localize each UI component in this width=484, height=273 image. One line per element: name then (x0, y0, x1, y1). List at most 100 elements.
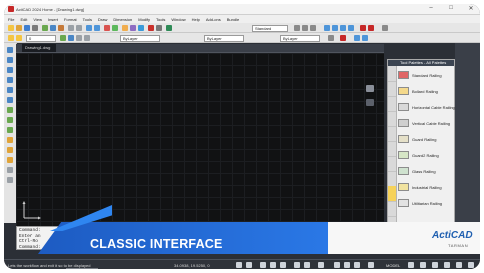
line-icon[interactable] (7, 47, 13, 53)
menu-dimension[interactable]: Dimension (113, 17, 132, 22)
palette-tab[interactable] (388, 156, 396, 172)
layer-on-icon[interactable] (60, 35, 66, 41)
menu-tools-2[interactable]: Tools (156, 17, 165, 22)
layer-freeze-icon[interactable] (16, 35, 22, 41)
palette-tab[interactable] (388, 66, 396, 82)
ortho-icon[interactable] (340, 25, 346, 31)
zoom-icon[interactable] (94, 25, 100, 31)
grid-toggle-icon[interactable] (246, 262, 252, 268)
plot-style-icon[interactable] (328, 35, 334, 41)
measure-icon[interactable] (122, 25, 128, 31)
table-tool-icon[interactable] (7, 167, 13, 173)
palette-item-guard2-railing[interactable]: Guard2 Railing (398, 150, 454, 161)
snap-icon[interactable] (324, 25, 330, 31)
layout-icon[interactable] (408, 262, 414, 268)
menu-view[interactable]: View (33, 17, 42, 22)
dim-style-icon[interactable] (294, 25, 300, 31)
workspace-icon[interactable] (382, 25, 388, 31)
lineweight-select[interactable]: ByLayer (280, 34, 320, 42)
polygon-icon[interactable] (7, 97, 13, 103)
grid-icon[interactable] (332, 25, 338, 31)
menu-format[interactable]: Format (64, 17, 77, 22)
palette-item-bollard-railing[interactable]: Bollard Railing (398, 86, 454, 97)
annotation-icon[interactable] (354, 262, 360, 268)
paste-icon[interactable] (58, 25, 64, 31)
selection-cycling-icon[interactable] (344, 262, 350, 268)
arc-icon[interactable] (7, 77, 13, 83)
help-icon[interactable] (166, 25, 172, 31)
quick-props-icon[interactable] (334, 262, 340, 268)
viewcube-icon[interactable] (366, 85, 374, 92)
undo-icon[interactable] (68, 25, 74, 31)
materials-icon[interactable] (368, 25, 374, 31)
polyline-icon[interactable] (7, 57, 13, 63)
rectangle-icon[interactable] (7, 87, 13, 93)
block-icon[interactable] (130, 25, 136, 31)
hatch-tool-icon[interactable] (7, 147, 13, 153)
otrack-toggle-icon[interactable] (294, 262, 300, 268)
palette-tab[interactable] (388, 141, 396, 157)
stop-icon[interactable] (340, 35, 346, 41)
customize-icon[interactable] (468, 262, 474, 268)
palette-item-utilitarian-railing[interactable]: Utilitarian Railing (398, 198, 454, 209)
lock-ui-icon[interactable] (420, 262, 426, 268)
menu-addons[interactable]: Add-ons (206, 17, 221, 22)
circle-icon[interactable] (7, 67, 13, 73)
layer-previous-icon[interactable] (76, 35, 82, 41)
palette-tab[interactable] (388, 96, 396, 112)
maximize-button[interactable]: □ (446, 5, 456, 12)
menu-tools[interactable]: Tools (83, 17, 92, 22)
pan-icon[interactable] (86, 25, 92, 31)
palette-tab[interactable] (388, 111, 396, 127)
snap-toggle-icon[interactable] (236, 262, 242, 268)
view-icon[interactable] (354, 35, 360, 41)
menu-draw[interactable]: Draw (98, 17, 107, 22)
clean-screen-icon[interactable] (456, 262, 462, 268)
spline-icon[interactable] (7, 107, 13, 113)
match-properties-icon[interactable] (156, 25, 162, 31)
drawing-canvas[interactable] (16, 52, 384, 228)
insert-block-icon[interactable] (7, 127, 13, 133)
layer-manager-icon[interactable] (112, 25, 118, 31)
palette-tab-active[interactable] (388, 186, 396, 202)
orbit-icon[interactable] (362, 35, 368, 41)
print-icon[interactable] (32, 25, 38, 31)
palette-tab[interactable] (388, 81, 396, 97)
palette-item-guard-railing[interactable]: Guard Railing (398, 134, 454, 145)
model-space-label[interactable]: MODEL (386, 263, 400, 268)
palette-tab[interactable] (388, 126, 396, 142)
erase-icon[interactable] (148, 25, 154, 31)
properties-icon[interactable] (104, 25, 110, 31)
layer-lock-icon[interactable] (68, 35, 74, 41)
copy-icon[interactable] (50, 25, 56, 31)
hatch-icon[interactable] (138, 25, 144, 31)
menu-insert[interactable]: Insert (48, 17, 58, 22)
hardware-accel-icon[interactable] (444, 262, 450, 268)
osnap-toggle-icon[interactable] (280, 262, 286, 268)
mtext-icon[interactable] (7, 177, 13, 183)
linetype-select[interactable]: ByLayer (204, 34, 244, 42)
palette-tab[interactable] (388, 171, 396, 187)
palette-item-standard-railing[interactable]: Standard Railing (398, 70, 454, 81)
ellipse-icon[interactable] (7, 117, 13, 123)
region-icon[interactable] (7, 157, 13, 163)
menu-window[interactable]: Window (171, 17, 185, 22)
point-icon[interactable] (7, 137, 13, 143)
minimize-button[interactable]: – (426, 5, 436, 12)
menu-bundle[interactable]: Bundle (227, 17, 239, 22)
tab-drawing1[interactable]: Drawing1.dwg (22, 44, 56, 52)
palette-tab[interactable] (388, 201, 396, 217)
color-select[interactable]: ByLayer (120, 34, 160, 42)
menu-modify[interactable]: Modify (138, 17, 150, 22)
menu-edit[interactable]: Edit (20, 17, 27, 22)
layer-isolate-icon[interactable] (84, 35, 90, 41)
multileader-style-icon[interactable] (310, 25, 316, 31)
menu-help[interactable]: Help (192, 17, 200, 22)
navigation-bar-icon[interactable] (366, 99, 374, 106)
redo-icon[interactable] (76, 25, 82, 31)
cut-icon[interactable] (42, 25, 48, 31)
render-icon[interactable] (360, 25, 366, 31)
workspace-switch-icon[interactable] (368, 262, 374, 268)
palette-item-vertical-cable-railing[interactable]: Vertical Cable Railing (398, 118, 454, 129)
close-button[interactable]: ✕ (466, 5, 476, 12)
